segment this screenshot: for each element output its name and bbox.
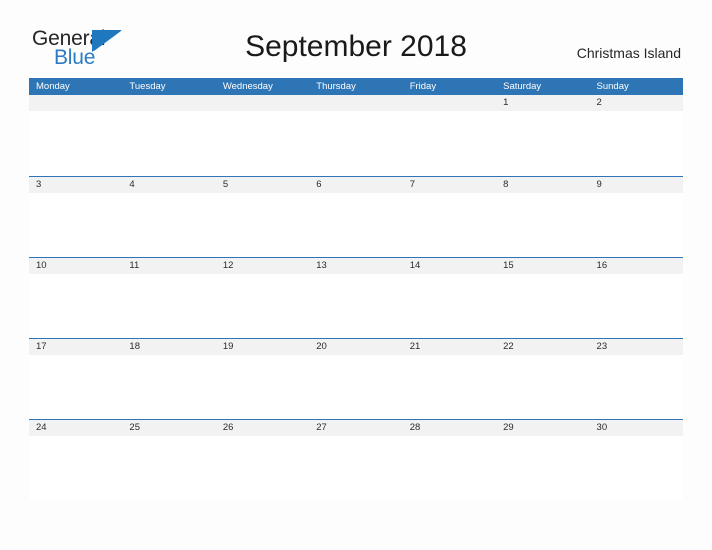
page-header: General Blue September 2018 Christmas Is… bbox=[0, 0, 712, 78]
day-cell[interactable] bbox=[309, 95, 402, 111]
day-cell[interactable] bbox=[216, 95, 309, 111]
day-cell[interactable]: 28 bbox=[403, 420, 496, 436]
day-cell[interactable]: 10 bbox=[29, 258, 122, 274]
weekday-tuesday: Tuesday bbox=[129, 81, 166, 92]
weekday-thursday: Thursday bbox=[316, 81, 356, 92]
calendar-week-row: 24 25 26 27 28 29 30 bbox=[29, 419, 683, 500]
weekday-saturday: Saturday bbox=[503, 81, 542, 92]
calendar-week-row: 1 2 bbox=[29, 95, 683, 176]
region-label: Christmas Island bbox=[576, 45, 681, 61]
day-cell[interactable]: 20 bbox=[309, 339, 402, 355]
weekday-sunday: Sunday bbox=[596, 81, 629, 92]
day-cell[interactable]: 21 bbox=[403, 339, 496, 355]
calendar-week-row: 10 11 12 13 14 15 16 bbox=[29, 257, 683, 338]
day-cell[interactable]: 8 bbox=[496, 177, 589, 193]
week-dates-band: 3 4 5 6 7 8 9 bbox=[29, 177, 683, 193]
day-cell[interactable]: 2 bbox=[590, 95, 683, 111]
day-cell[interactable]: 22 bbox=[496, 339, 589, 355]
day-cell[interactable]: 7 bbox=[403, 177, 496, 193]
day-cell[interactable]: 4 bbox=[122, 177, 215, 193]
week-dates-band: 17 18 19 20 21 22 23 bbox=[29, 339, 683, 355]
day-cell[interactable]: 5 bbox=[216, 177, 309, 193]
calendar-week-row: 17 18 19 20 21 22 23 bbox=[29, 338, 683, 419]
day-cell[interactable]: 26 bbox=[216, 420, 309, 436]
calendar-grid: Monday Tuesday Wednesday Thursday Friday… bbox=[29, 78, 683, 500]
weekday-friday: Friday bbox=[409, 81, 437, 92]
day-cell[interactable]: 19 bbox=[216, 339, 309, 355]
day-cell[interactable] bbox=[122, 95, 215, 111]
day-cell[interactable]: 29 bbox=[496, 420, 589, 436]
day-cell[interactable] bbox=[29, 95, 122, 111]
calendar-weekday-header: Monday Tuesday Wednesday Thursday Friday… bbox=[29, 78, 683, 95]
weekday-wednesday: Wednesday bbox=[222, 81, 273, 92]
week-dates-band: 10 11 12 13 14 15 16 bbox=[29, 258, 683, 274]
day-cell[interactable]: 24 bbox=[29, 420, 122, 436]
day-cell[interactable]: 15 bbox=[496, 258, 589, 274]
day-cell[interactable]: 6 bbox=[309, 177, 402, 193]
day-cell[interactable]: 3 bbox=[29, 177, 122, 193]
day-cell[interactable]: 9 bbox=[590, 177, 683, 193]
day-cell[interactable]: 17 bbox=[29, 339, 122, 355]
day-cell[interactable]: 13 bbox=[309, 258, 402, 274]
day-cell[interactable]: 23 bbox=[590, 339, 683, 355]
week-dates-band: 24 25 26 27 28 29 30 bbox=[29, 420, 683, 436]
day-cell[interactable]: 18 bbox=[122, 339, 215, 355]
day-cell[interactable]: 14 bbox=[403, 258, 496, 274]
calendar-week-row: 3 4 5 6 7 8 9 bbox=[29, 176, 683, 257]
day-cell[interactable]: 11 bbox=[122, 258, 215, 274]
week-dates-band: 1 2 bbox=[29, 95, 683, 111]
day-cell[interactable]: 12 bbox=[216, 258, 309, 274]
day-cell[interactable]: 16 bbox=[590, 258, 683, 274]
weekday-monday: Monday bbox=[36, 81, 70, 92]
day-cell[interactable]: 30 bbox=[590, 420, 683, 436]
day-cell[interactable]: 27 bbox=[309, 420, 402, 436]
day-cell[interactable]: 25 bbox=[122, 420, 215, 436]
day-cell[interactable] bbox=[403, 95, 496, 111]
day-cell[interactable]: 1 bbox=[496, 95, 589, 111]
